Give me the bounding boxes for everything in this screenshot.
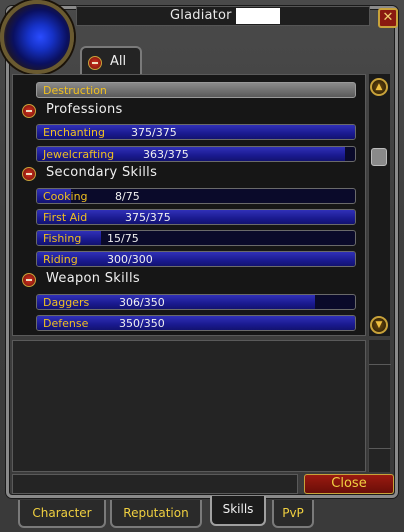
minus-icon[interactable] [22, 167, 36, 181]
scroll-down-icon[interactable]: ▼ [370, 316, 388, 334]
skill-header-label: Destruction [43, 84, 107, 97]
skill-header-collapsed[interactable]: Destruction [36, 82, 356, 98]
tab-pvp[interactable]: PvP [272, 500, 314, 528]
skill-rank: 363/375 [143, 148, 189, 161]
minus-icon[interactable] [22, 273, 36, 287]
skill-rank: 8/75 [115, 190, 140, 203]
skill-rank: 300/300 [107, 253, 153, 266]
scroll-divider [369, 364, 391, 365]
skill-rank: 375/375 [131, 126, 177, 139]
skill-progress-fill [37, 252, 355, 266]
skill-name: Riding [43, 253, 78, 266]
description-scrollbar[interactable] [368, 340, 391, 472]
skill-row[interactable]: First Aid 375/375 [36, 209, 356, 225]
skill-name: Enchanting [43, 126, 105, 139]
window-title: Gladiator [170, 8, 232, 23]
skill-rank: 15/75 [107, 232, 139, 245]
skill-row[interactable]: Cooking 8/75 [36, 188, 356, 204]
skill-description-pane [12, 340, 366, 472]
scroll-thumb[interactable] [371, 148, 387, 166]
character-portrait-icon [0, 0, 74, 74]
skill-rank: 375/375 [125, 211, 171, 224]
scroll-up-icon[interactable]: ▲ [370, 78, 388, 96]
minus-icon[interactable] [22, 104, 36, 118]
close-window-button[interactable]: ✕ [378, 8, 398, 28]
skill-row[interactable]: Fishing 15/75 [36, 230, 356, 246]
section-title: Secondary Skills [46, 165, 158, 180]
filter-tab-all[interactable]: All [80, 46, 142, 76]
minus-icon [88, 56, 102, 70]
tab-character[interactable]: Character [18, 500, 106, 528]
scroll-divider [369, 448, 391, 449]
close-button[interactable]: Close [304, 474, 394, 494]
filter-label: All [110, 54, 127, 69]
skill-row[interactable]: Defense 350/350 [36, 315, 356, 331]
skill-rank: 306/350 [119, 296, 165, 309]
skill-rank: 350/350 [119, 317, 165, 330]
redacted-name-box [236, 8, 280, 24]
skill-name: First Aid [43, 211, 88, 224]
tab-skills[interactable]: Skills [210, 496, 266, 526]
character-window: Gladiator ✕ All Destruction Professions E… [0, 0, 404, 532]
skill-row[interactable]: Daggers 306/350 [36, 294, 356, 310]
section-title: Weapon Skills [46, 271, 140, 286]
bottom-strip [12, 474, 298, 494]
skill-name: Fishing [43, 232, 82, 245]
section-title: Professions [46, 102, 123, 117]
skill-list-scrollbar[interactable] [368, 74, 390, 336]
skill-row[interactable]: Jewelcrafting 363/375 [36, 146, 356, 162]
skill-name: Defense [43, 317, 89, 330]
skill-name: Daggers [43, 296, 90, 309]
skill-name: Jewelcrafting [43, 148, 115, 161]
tab-reputation[interactable]: Reputation [110, 500, 202, 528]
skill-row[interactable]: Riding 300/300 [36, 251, 356, 267]
skill-name: Cooking [43, 190, 88, 203]
skill-row[interactable]: Enchanting 375/375 [36, 124, 356, 140]
